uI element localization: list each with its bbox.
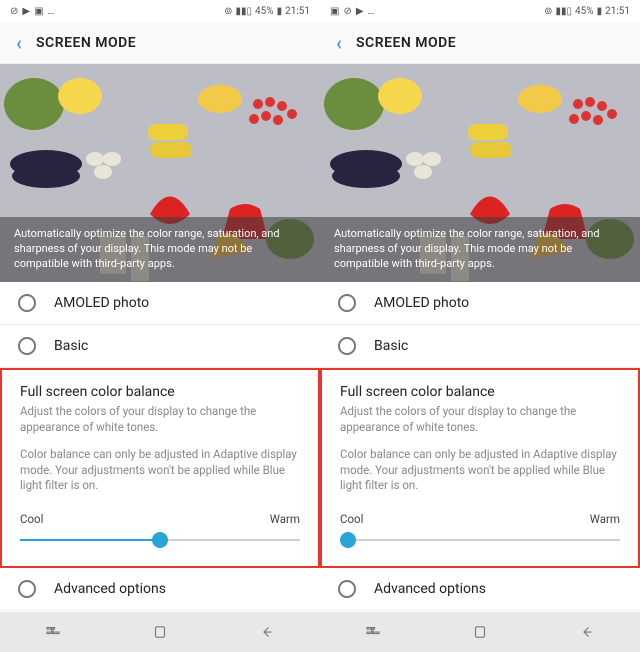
phone-screen-right: ▣ ⊘ ▶ … ⊚ ▮▮▯ 45% ▮ 21:51 ‹ SCREEN MODE bbox=[320, 0, 640, 652]
clock: 21:51 bbox=[605, 6, 630, 17]
color-balance-slider[interactable] bbox=[20, 530, 300, 550]
navigation-bar bbox=[320, 612, 640, 652]
mode-option-amoled-photo[interactable]: AMOLED photo bbox=[0, 282, 320, 325]
wifi-icon: ⊚ bbox=[544, 6, 552, 17]
advanced-options-row[interactable]: Advanced options bbox=[0, 568, 320, 611]
section-note: Color balance can only be adjusted in Ad… bbox=[20, 447, 300, 494]
section-title: Full screen color balance bbox=[20, 384, 300, 400]
back-icon[interactable]: ‹ bbox=[16, 33, 22, 53]
more-icon: … bbox=[368, 6, 375, 17]
mode-label: Basic bbox=[54, 338, 88, 354]
mode-label: Basic bbox=[374, 338, 408, 354]
slider-warm-label: Warm bbox=[270, 512, 300, 526]
preview-image: Automatically optimize the color range, … bbox=[320, 64, 640, 282]
slider-track-fill bbox=[20, 539, 160, 541]
clock: 21:51 bbox=[285, 6, 310, 17]
mode-label: AMOLED photo bbox=[374, 295, 469, 311]
slider-thumb[interactable] bbox=[152, 532, 168, 548]
status-bar: ▣ ⊘ ▶ … ⊚ ▮▮▯ 45% ▮ 21:51 bbox=[320, 0, 640, 22]
battery-icon: ▮ bbox=[277, 6, 283, 17]
page-title: SCREEN MODE bbox=[36, 35, 136, 51]
section-desc: Adjust the colors of your display to cha… bbox=[340, 404, 620, 435]
back-icon[interactable]: ‹ bbox=[336, 33, 342, 53]
recents-icon[interactable] bbox=[364, 623, 382, 641]
section-title: Full screen color balance bbox=[340, 384, 620, 400]
video-icon: ▶ bbox=[22, 6, 30, 17]
slider-thumb[interactable] bbox=[340, 532, 356, 548]
advanced-options-row[interactable]: Advanced options bbox=[320, 568, 640, 611]
phone-screen-left: ⊘ ▶ ▣ … ⊚ ▮▮▯ 45% ▮ 21:51 ‹ SCREEN MODE bbox=[0, 0, 320, 652]
image-icon: ▣ bbox=[34, 6, 43, 17]
color-balance-section: Full screen color balance Adjust the col… bbox=[0, 368, 320, 568]
wifi-icon: ⊚ bbox=[224, 6, 232, 17]
advanced-label: Advanced options bbox=[374, 581, 486, 597]
shield-icon: ⊘ bbox=[10, 6, 18, 17]
home-icon[interactable] bbox=[151, 623, 169, 641]
home-icon[interactable] bbox=[471, 623, 489, 641]
radio-icon bbox=[18, 294, 36, 312]
radio-icon bbox=[18, 337, 36, 355]
slider-track-line bbox=[340, 539, 620, 541]
status-bar: ⊘ ▶ ▣ … ⊚ ▮▮▯ 45% ▮ 21:51 bbox=[0, 0, 320, 22]
section-note: Color balance can only be adjusted in Ad… bbox=[340, 447, 620, 494]
radio-icon bbox=[338, 580, 356, 598]
navigation-bar bbox=[0, 612, 320, 652]
radio-icon bbox=[18, 580, 36, 598]
more-icon: … bbox=[48, 6, 55, 17]
slider-cool-label: Cool bbox=[340, 512, 363, 526]
color-balance-section: Full screen color balance Adjust the col… bbox=[320, 368, 640, 568]
signal-icon: ▮▮▯ bbox=[555, 6, 572, 17]
slider-warm-label: Warm bbox=[590, 512, 620, 526]
recents-icon[interactable] bbox=[44, 623, 62, 641]
battery-pct: 45% bbox=[255, 6, 274, 17]
back-nav-icon[interactable] bbox=[258, 623, 276, 641]
radio-icon bbox=[338, 294, 356, 312]
signal-icon: ▮▮▯ bbox=[235, 6, 252, 17]
shield-icon: ⊘ bbox=[343, 6, 351, 17]
back-nav-icon[interactable] bbox=[578, 623, 596, 641]
battery-icon: ▮ bbox=[597, 6, 603, 17]
header: ‹ SCREEN MODE bbox=[0, 22, 320, 64]
color-balance-slider[interactable] bbox=[340, 530, 620, 550]
mode-label: AMOLED photo bbox=[54, 295, 149, 311]
preview-caption: Automatically optimize the color range, … bbox=[0, 217, 320, 282]
section-desc: Adjust the colors of your display to cha… bbox=[20, 404, 300, 435]
slider-cool-label: Cool bbox=[20, 512, 43, 526]
video-icon: ▶ bbox=[356, 6, 364, 17]
mode-option-amoled-photo[interactable]: AMOLED photo bbox=[320, 282, 640, 325]
mode-option-basic[interactable]: Basic bbox=[0, 325, 320, 368]
preview-image: Automatically optimize the color range, … bbox=[0, 64, 320, 282]
page-title: SCREEN MODE bbox=[356, 35, 456, 51]
header: ‹ SCREEN MODE bbox=[320, 22, 640, 64]
radio-icon bbox=[338, 337, 356, 355]
image-icon: ▣ bbox=[330, 6, 339, 17]
preview-caption: Automatically optimize the color range, … bbox=[320, 217, 640, 282]
mode-option-basic[interactable]: Basic bbox=[320, 325, 640, 368]
battery-pct: 45% bbox=[575, 6, 594, 17]
advanced-label: Advanced options bbox=[54, 581, 166, 597]
